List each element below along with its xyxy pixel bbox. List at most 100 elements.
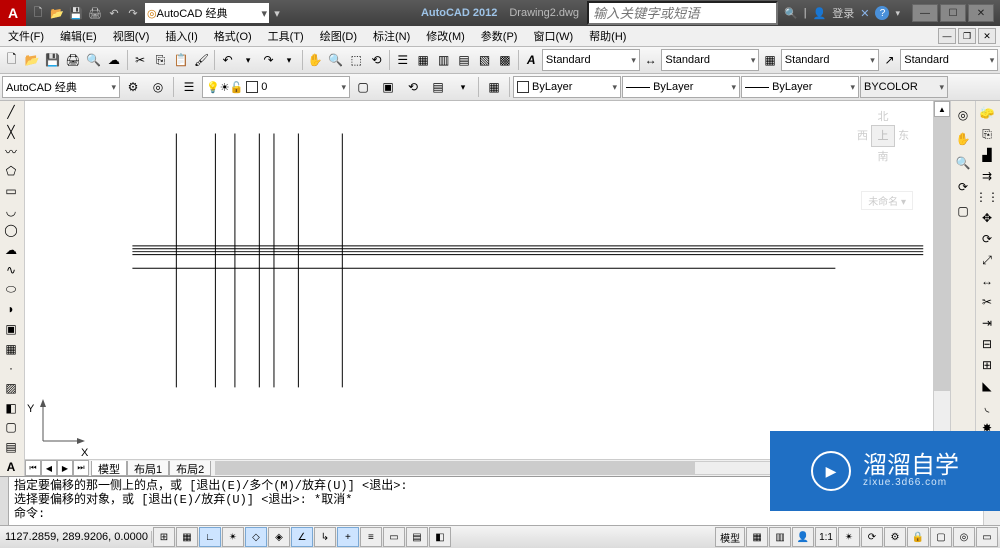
search-icon[interactable]: 🔍	[784, 7, 798, 20]
tab-first[interactable]: ⏮	[25, 460, 41, 476]
circle-tool[interactable]: ◯	[0, 221, 22, 240]
cmd-handle[interactable]	[0, 477, 9, 525]
annoscale-dd[interactable]: 1:1	[815, 527, 837, 547]
save-icon[interactable]: 💾	[68, 5, 84, 21]
menu-modify[interactable]: 修改(M)	[422, 27, 469, 45]
dimstyle-icon[interactable]: ↔	[641, 48, 660, 72]
new-button[interactable]: 🗋	[2, 48, 21, 72]
paste-button[interactable]: 📋	[171, 48, 190, 72]
save-button[interactable]: 💾	[43, 48, 62, 72]
zoom-rt-button[interactable]: 🔍	[326, 48, 345, 72]
point-tool[interactable]: ·	[0, 359, 22, 378]
ws-gear-icon[interactable]: ◎	[146, 75, 170, 99]
lineweight-dropdown[interactable]: ByLayer	[741, 76, 859, 98]
tab-layout1[interactable]: 布局1	[127, 461, 169, 476]
stretch-tool[interactable]: ↔	[976, 271, 998, 291]
ws-settings-icon[interactable]: ⚙	[121, 75, 145, 99]
menu-view[interactable]: 视图(V)	[109, 27, 154, 45]
annoscale-icon[interactable]: 👤	[792, 527, 814, 547]
erase-tool[interactable]: 🧽	[976, 103, 998, 123]
hardware-accel[interactable]: ▢	[930, 527, 952, 547]
new-icon[interactable]: 🗋	[30, 5, 46, 21]
user-icon[interactable]: 👤	[813, 7, 827, 20]
anno-vis-toggle[interactable]: ✴	[838, 527, 860, 547]
menu-dimension[interactable]: 标注(N)	[369, 27, 414, 45]
snap-toggle[interactable]: ⊞	[153, 527, 175, 547]
nav-orbit-icon[interactable]: ⟳	[952, 177, 974, 197]
ducs-toggle[interactable]: ↳	[314, 527, 336, 547]
grid-toggle[interactable]: ▦	[176, 527, 198, 547]
search-input[interactable]	[587, 1, 778, 25]
viewcube-top[interactable]: 上	[871, 125, 895, 147]
table-style-dropdown[interactable]: Standard	[781, 49, 879, 71]
mleader-style-dropdown[interactable]: Standard	[900, 49, 998, 71]
help-dd-icon[interactable]: ▾	[895, 8, 900, 19]
lwt-toggle[interactable]: ≡	[360, 527, 382, 547]
maximize-button[interactable]: ☐	[940, 4, 966, 22]
scale-tool[interactable]: ⤢	[976, 250, 998, 270]
dim-style-dropdown[interactable]: Standard	[661, 49, 759, 71]
minimize-button[interactable]: —	[912, 4, 938, 22]
markup-button[interactable]: ▧	[475, 48, 494, 72]
viewcube-north[interactable]: 北	[854, 108, 912, 124]
zoom-prev-button[interactable]: ⟲	[367, 48, 386, 72]
mdi-restore[interactable]: ❐	[958, 28, 976, 44]
otrack-toggle[interactable]: ∠	[291, 527, 313, 547]
trim-tool[interactable]: ✂	[976, 292, 998, 312]
nav-zoom-icon[interactable]: 🔍	[952, 153, 974, 173]
region-tool[interactable]: ▢	[0, 418, 22, 437]
dc-button[interactable]: ▦	[414, 48, 433, 72]
view-name-dropdown[interactable]: 未命名 ▾	[861, 191, 913, 210]
copy-button[interactable]: ⎘	[151, 48, 170, 72]
mleaderstyle-icon[interactable]: ↗	[880, 48, 899, 72]
mdi-minimize[interactable]: —	[938, 28, 956, 44]
qp-toggle[interactable]: ▤	[406, 527, 428, 547]
ellipsearc-tool[interactable]: ◗	[0, 300, 22, 319]
offset-tool[interactable]: ⇉	[976, 166, 998, 186]
color-dropdown[interactable]: ByLayer	[513, 76, 621, 98]
anno-auto-toggle[interactable]: ⟳	[861, 527, 883, 547]
modelspace-button[interactable]: 模型	[715, 527, 745, 547]
menu-window[interactable]: 窗口(W)	[529, 27, 577, 45]
rect-tool[interactable]: ▭	[0, 182, 22, 201]
block-icon[interactable]: ▦	[482, 75, 506, 99]
table-tool[interactable]: ▤	[0, 438, 22, 457]
publish-button[interactable]: ☁	[104, 48, 123, 72]
tab-model[interactable]: 模型	[91, 461, 127, 476]
nav-pan-icon[interactable]: ✋	[952, 129, 974, 149]
menu-edit[interactable]: 编辑(E)	[56, 27, 101, 45]
props-button[interactable]: ☰	[393, 48, 412, 72]
undo-dd[interactable]: ▾	[238, 48, 257, 72]
pline-tool[interactable]: 〰	[0, 142, 22, 161]
workspace-dropdown[interactable]: AutoCAD 经典	[2, 76, 120, 98]
layer-prev-button[interactable]: ⟲	[401, 75, 425, 99]
qat-expand-icon[interactable]: ▾	[269, 5, 285, 21]
tablestyle-icon[interactable]: ▦	[760, 48, 779, 72]
menu-insert[interactable]: 插入(I)	[161, 27, 201, 45]
layer-iso-button[interactable]: ▢	[351, 75, 375, 99]
tab-layout2[interactable]: 布局2	[169, 461, 211, 476]
help-icon[interactable]: ?	[875, 6, 889, 20]
redo-dd[interactable]: ▾	[279, 48, 298, 72]
text-style-dropdown[interactable]: Standard	[542, 49, 640, 71]
line-tool[interactable]: ╱	[0, 103, 22, 122]
v-scroll-up[interactable]: ▲	[934, 101, 950, 117]
menu-file[interactable]: 文件(F)	[4, 27, 48, 45]
xline-tool[interactable]: ╳	[0, 123, 22, 142]
signin-link[interactable]: 登录	[832, 5, 854, 21]
fillet-tool[interactable]: ◟	[976, 397, 998, 417]
nav-showmotion-icon[interactable]: ▢	[952, 201, 974, 221]
osnap-toggle[interactable]: ◇	[245, 527, 267, 547]
layer-dropdown[interactable]: 💡 ☀ 🔓 0	[202, 76, 350, 98]
viewcube-south[interactable]: 南	[854, 148, 912, 164]
print-button[interactable]: 🖨	[63, 48, 82, 72]
saveas-icon[interactable]: 🖨	[87, 5, 103, 21]
linetype-dropdown[interactable]: ByLayer	[622, 76, 740, 98]
layer-match-button[interactable]: ▣	[376, 75, 400, 99]
move-tool[interactable]: ✥	[976, 208, 998, 228]
mdi-close[interactable]: ✕	[978, 28, 996, 44]
menu-parametric[interactable]: 参数(P)	[477, 27, 522, 45]
join-tool[interactable]: ⊞	[976, 355, 998, 375]
tab-last[interactable]: ⏭	[73, 460, 89, 476]
mtext-tool[interactable]: A	[0, 457, 22, 476]
